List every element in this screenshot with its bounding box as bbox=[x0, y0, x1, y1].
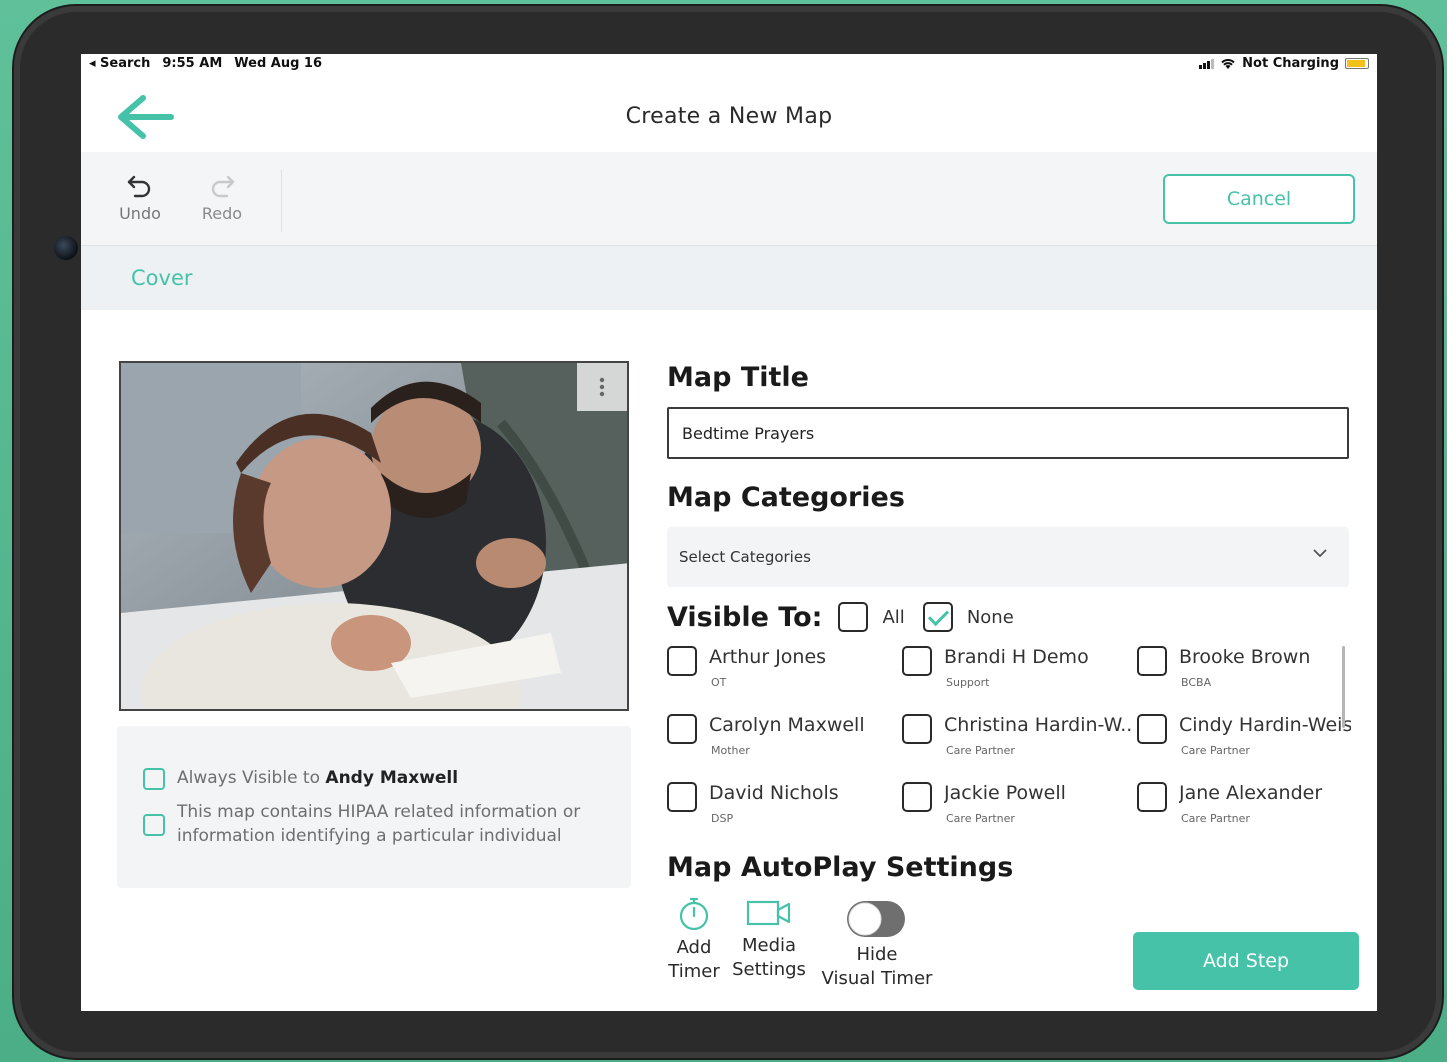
person-role: Care Partner bbox=[946, 812, 1015, 825]
media-settings-label-2: Settings bbox=[732, 959, 806, 980]
person-name: Brandi H Demo bbox=[944, 646, 1089, 668]
status-date: Wed Aug 16 bbox=[234, 56, 323, 71]
people-list: Arthur Jones OT Brandi H Demo Support Br… bbox=[667, 646, 1351, 846]
always-visible-text: Always Visible to Andy Maxwell bbox=[177, 768, 459, 788]
cover-photo bbox=[121, 363, 627, 709]
hide-visual-timer-toggle[interactable]: Hide Visual Timer bbox=[817, 899, 937, 991]
autoplay-heading: Map AutoPlay Settings bbox=[667, 852, 1014, 883]
tab-bar: Cover bbox=[81, 246, 1377, 310]
map-title-heading: Map Title bbox=[667, 362, 809, 393]
all-label: All bbox=[882, 606, 905, 628]
undo-label: Undo bbox=[119, 204, 161, 223]
person-item[interactable]: Jackie Powell Care Partner bbox=[902, 782, 1132, 842]
image-more-button[interactable] bbox=[577, 363, 627, 411]
person-name: Carolyn Maxwell bbox=[709, 714, 865, 736]
person-checkbox[interactable] bbox=[667, 782, 697, 812]
person-checkbox[interactable] bbox=[1137, 782, 1167, 812]
person-role: OT bbox=[711, 676, 727, 689]
redo-label: Redo bbox=[201, 204, 243, 223]
person-item[interactable]: Jane Alexander Care Partner bbox=[1137, 782, 1367, 842]
add-timer-button[interactable]: Add Timer bbox=[667, 896, 721, 984]
add-step-button[interactable]: Add Step bbox=[1133, 932, 1359, 990]
hipaa-text: This map contains HIPAA related informat… bbox=[177, 802, 581, 846]
person-checkbox[interactable] bbox=[902, 714, 932, 744]
map-categories-heading: Map Categories bbox=[667, 482, 905, 513]
toolbar-divider bbox=[281, 170, 282, 232]
person-item[interactable]: Arthur Jones OT bbox=[667, 646, 897, 706]
person-checkbox[interactable] bbox=[902, 782, 932, 812]
person-role: Care Partner bbox=[1181, 812, 1250, 825]
person-checkbox[interactable] bbox=[1137, 714, 1167, 744]
hipaa-checkbox[interactable] bbox=[143, 814, 165, 836]
signal-icon bbox=[1199, 58, 1215, 69]
person-role: Care Partner bbox=[1181, 744, 1250, 757]
person-checkbox[interactable] bbox=[667, 714, 697, 744]
cover-image[interactable] bbox=[119, 361, 629, 711]
media-settings-button[interactable]: Media Settings bbox=[729, 898, 809, 982]
undo-button[interactable]: Undo bbox=[110, 172, 170, 223]
video-camera-icon bbox=[746, 900, 791, 926]
person-item[interactable]: Brandi H Demo Support bbox=[902, 646, 1132, 706]
app-screen: ◂ Search 9:55 AM Wed Aug 16 Not Charging… bbox=[81, 54, 1377, 1011]
person-checkbox[interactable] bbox=[1137, 646, 1167, 676]
media-settings-label-1: Media bbox=[741, 935, 797, 956]
person-role: DSP bbox=[711, 812, 734, 825]
hipaa-option[interactable]: This map contains HIPAA related informat… bbox=[143, 800, 603, 848]
all-checkbox[interactable] bbox=[838, 602, 869, 632]
person-item[interactable]: Brooke Brown BCBA bbox=[1137, 646, 1367, 706]
visible-to-row: Visible To: All None bbox=[667, 597, 1032, 637]
person-item[interactable]: David Nichols DSP bbox=[667, 782, 897, 842]
person-role: BCBA bbox=[1181, 676, 1212, 689]
person-name: Christina Hardin-W... bbox=[944, 714, 1132, 736]
page-title: Create a New Map bbox=[625, 104, 833, 129]
redo-icon bbox=[211, 175, 235, 198]
person-checkbox[interactable] bbox=[667, 646, 697, 676]
always-visible-option[interactable]: Always Visible to Andy Maxwell bbox=[143, 766, 458, 790]
hide-timer-label-1: Hide bbox=[856, 944, 898, 965]
undo-icon bbox=[127, 175, 151, 198]
person-name: Cindy Hardin-Weis. bbox=[1179, 714, 1351, 736]
camera-icon bbox=[54, 236, 78, 260]
toggle-switch-icon bbox=[847, 901, 905, 937]
categories-placeholder: Select Categories bbox=[679, 548, 811, 566]
none-checkbox[interactable] bbox=[922, 602, 953, 632]
person-item[interactable]: Cindy Hardin-Weis. Care Partner bbox=[1137, 714, 1351, 774]
hide-timer-label-2: Visual Timer bbox=[821, 968, 933, 989]
person-name: Jane Alexander bbox=[1179, 782, 1323, 804]
person-role: Support bbox=[946, 676, 990, 689]
cancel-button[interactable]: Cancel bbox=[1163, 174, 1355, 224]
battery-icon bbox=[1345, 58, 1369, 69]
tab-cover[interactable]: Cover bbox=[131, 266, 193, 290]
people-scrollbar[interactable] bbox=[1342, 646, 1345, 728]
person-name: David Nichols bbox=[709, 782, 839, 804]
categories-select[interactable]: Select Categories bbox=[667, 527, 1349, 587]
person-item[interactable]: Carolyn Maxwell Mother bbox=[667, 714, 897, 774]
person-role: Mother bbox=[711, 744, 750, 757]
visible-to-label: Visible To: bbox=[667, 601, 823, 633]
redo-button[interactable]: Redo bbox=[192, 172, 252, 223]
map-title-input[interactable]: Bedtime Prayers bbox=[667, 407, 1349, 459]
always-visible-checkbox[interactable] bbox=[143, 768, 165, 790]
more-vertical-icon bbox=[599, 377, 605, 397]
always-visible-name: Andy Maxwell bbox=[325, 768, 459, 788]
cover-options-panel: Always Visible to Andy Maxwell This map … bbox=[117, 726, 631, 888]
add-timer-label-2: Timer bbox=[668, 961, 720, 982]
person-checkbox[interactable] bbox=[902, 646, 932, 676]
title-bar: Create a New Map bbox=[81, 74, 1377, 152]
status-time: 9:55 AM bbox=[162, 56, 223, 71]
wifi-icon bbox=[1221, 58, 1235, 69]
person-name: Jackie Powell bbox=[944, 782, 1066, 804]
chevron-down-icon bbox=[1313, 549, 1327, 558]
person-role: Care Partner bbox=[946, 744, 1015, 757]
none-label: None bbox=[966, 606, 1014, 628]
person-name: Arthur Jones bbox=[709, 646, 827, 668]
toolbar: Undo Redo Cancel bbox=[81, 152, 1377, 246]
status-bar: ◂ Search 9:55 AM Wed Aug 16 Not Charging bbox=[81, 54, 1377, 74]
person-name: Brooke Brown bbox=[1179, 646, 1311, 668]
add-timer-label-1: Add bbox=[676, 937, 712, 958]
back-to-search-link[interactable]: ◂ Search bbox=[89, 56, 150, 71]
stopwatch-icon bbox=[679, 897, 709, 931]
battery-status-text: Not Charging bbox=[1242, 56, 1339, 71]
person-item[interactable]: Christina Hardin-W... Care Partner bbox=[902, 714, 1132, 774]
